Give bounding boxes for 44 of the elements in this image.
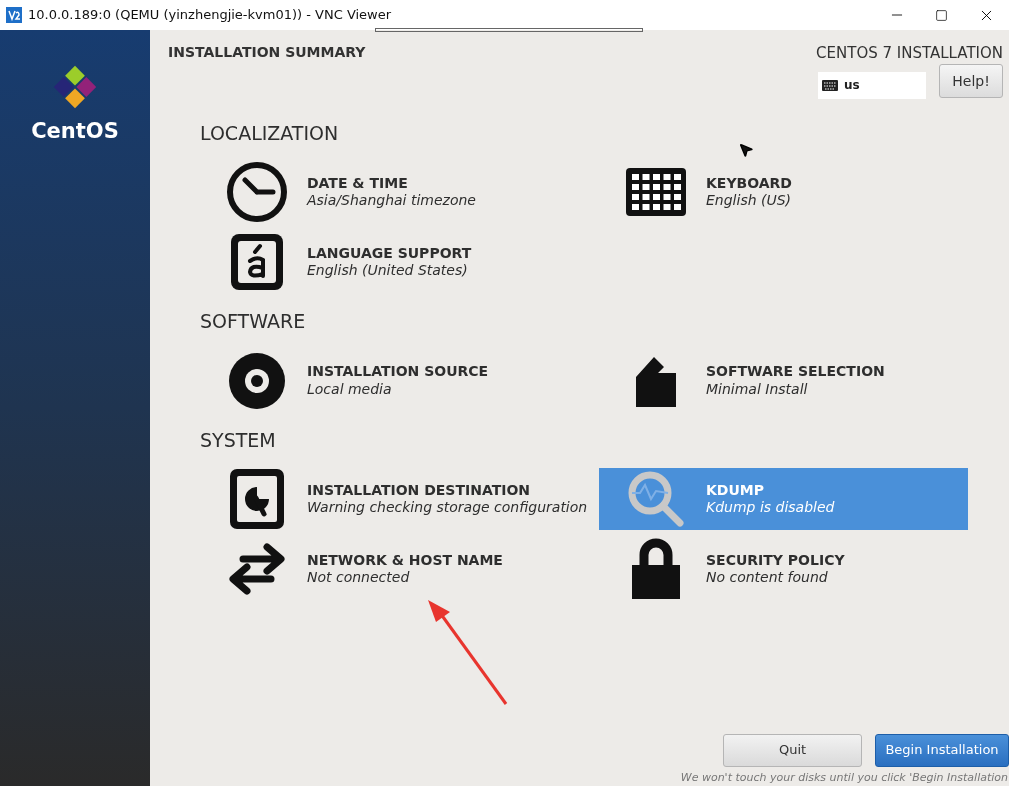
- footer-note: We won't touch your disks until you click 'Begin Installation: [680, 769, 1009, 786]
- begin-installation-button[interactable]: Begin Installation: [875, 733, 1009, 767]
- spoke-item[interactable]: LANGUAGE SUPPORT English (United States): [200, 231, 599, 293]
- spoke-status: Not connected: [307, 569, 411, 587]
- logo-icon: [52, 64, 98, 110]
- spoke-item[interactable]: DATE & TIME Asia/Shanghai timezone: [200, 161, 599, 223]
- spoke-item[interactable]: SECURITY POLICY No content found: [599, 538, 968, 600]
- spoke-status: Local media: [307, 380, 393, 398]
- spoke-title: INSTALLATION SOURCE: [307, 363, 489, 381]
- logo-text: CentOS: [31, 118, 119, 145]
- quit-button[interactable]: Quit: [723, 733, 862, 767]
- product-title: CENTOS 7 INSTALLATION: [816, 43, 1003, 64]
- spoke-status: Minimal Install: [706, 380, 809, 398]
- spoke-title: LANGUAGE SUPPORT: [307, 244, 472, 262]
- page-title: INSTALLATION SUMMARY: [168, 43, 366, 62]
- spoke-item[interactable]: KEYBOARD English (US): [599, 161, 968, 223]
- spoke-status: No content found: [706, 569, 829, 587]
- spoke-status: Warning checking storage configuration: [307, 499, 588, 517]
- spoke-title: KEYBOARD: [706, 174, 792, 192]
- section-heading: LOCALIZATION: [200, 120, 340, 146]
- spoke-status: Asia/Shanghai timezone: [307, 192, 476, 210]
- keyboard-icon: [822, 79, 838, 91]
- section-heading: SYSTEM: [200, 427, 277, 453]
- help-button[interactable]: Help!: [939, 64, 1003, 98]
- window-title: 10.0.0.189:0 (QEMU (yinzhengjie-kvm01)) - VNC Viewer: [28, 6, 392, 25]
- spoke-item[interactable]: INSTALLATION SOURCE Local media: [200, 349, 599, 412]
- spoke-item[interactable]: SOFTWARE SELECTION Minimal Install: [599, 349, 968, 412]
- keyboard-layout-field[interactable]: us: [818, 71, 926, 99]
- spoke-title: KDUMP: [706, 481, 766, 499]
- spoke-title: NETWORK & HOST NAME: [307, 551, 503, 569]
- spoke-status: English (US): [706, 192, 792, 210]
- spoke-title: SECURITY POLICY: [706, 551, 845, 569]
- spoke-item[interactable]: INSTALLATION DESTINATION Warning checking storage configuration: [200, 468, 599, 530]
- section-heading: SOFTWARE: [200, 309, 307, 334]
- spoke-title: INSTALLATION DESTINATION: [307, 481, 531, 499]
- mouse-pointer-icon: [738, 142, 754, 158]
- app-logo-icon: [6, 7, 22, 23]
- spoke-title: DATE & TIME: [307, 174, 409, 192]
- spoke-item[interactable]: NETWORK & HOST NAME Not connected: [200, 538, 599, 600]
- spoke-status: English (United States): [307, 262, 469, 280]
- spoke-title: SOFTWARE SELECTION: [706, 363, 885, 381]
- maximize-icon[interactable]: [935, 8, 948, 22]
- clock-icon: [225, 160, 289, 224]
- spoke-status: Kdump is disabled: [706, 499, 835, 517]
